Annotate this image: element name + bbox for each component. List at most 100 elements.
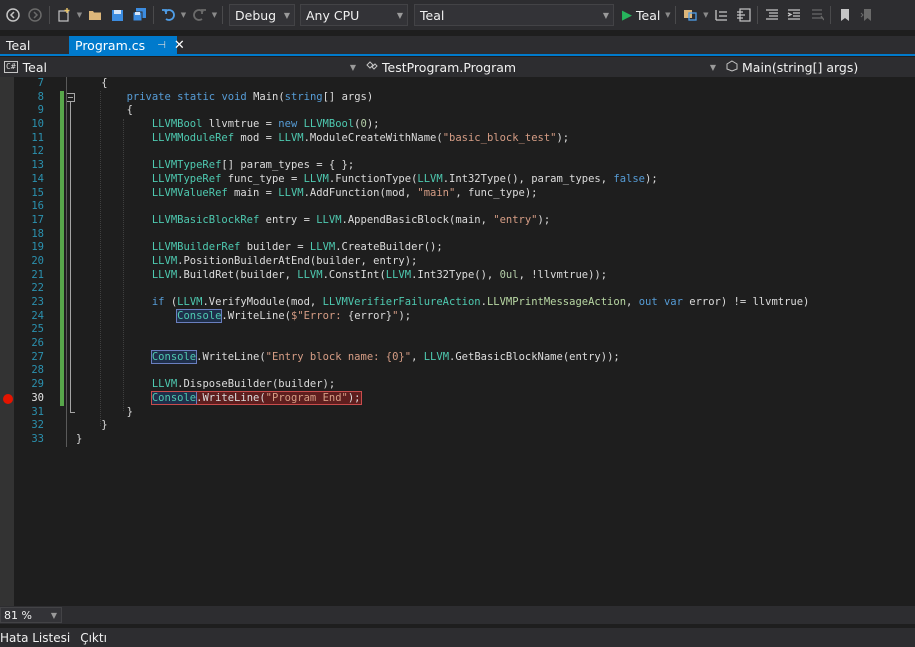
change-tracking-bar [60, 90, 64, 406]
line-number: 20 [31, 254, 44, 267]
tab-output[interactable]: Çıktı [80, 631, 107, 645]
type-dropdown[interactable]: TestProgram.Program ▼ [366, 57, 720, 77]
code-line: LLVM.DisposeBuilder(builder); [151, 378, 336, 391]
start-dropdown-icon[interactable]: ▼ [663, 4, 672, 26]
line-number: 8 [37, 90, 44, 103]
tool-window-tabs: Hata Listesi Çıktı [0, 628, 915, 647]
chevron-down-icon: ▼ [283, 10, 290, 20]
save-all-icon[interactable] [128, 4, 150, 26]
redo-icon[interactable] [188, 4, 210, 26]
code-line: Console.WriteLine($"Error: {error}"); [176, 308, 412, 323]
tab-teal[interactable]: Teal [0, 36, 66, 55]
line-number: 15 [31, 186, 44, 199]
redo-dropdown-icon[interactable]: ▼ [210, 4, 219, 26]
comment-out-icon[interactable] [805, 4, 827, 26]
undo-icon[interactable] [157, 4, 179, 26]
line-number: 16 [31, 200, 44, 213]
main-toolbar: ▼ ▼ ▼ Debug ▼ Any CPU ▼ Teal ▼ ▶ Teal ▼ … [0, 0, 915, 30]
line-number: 24 [31, 309, 44, 322]
line-number: 23 [31, 296, 44, 308]
previous-bookmark-icon[interactable] [856, 4, 878, 26]
code-editor[interactable]: 7 8 9 10 11 12 13 14 15 16 17 18 19 20 21 22 23 24 25 26 27 2… [0, 77, 915, 606]
line-number: 32 [31, 419, 44, 432]
toolbar-separator [830, 6, 832, 24]
platform-value: Any CPU [306, 7, 360, 23]
toolbar-separator [49, 6, 50, 24]
startup-project-select[interactable]: Teal ▼ [414, 4, 614, 26]
member-dropdown[interactable]: Main(string[] args) [726, 57, 915, 77]
navigate-forward-icon[interactable] [24, 4, 46, 26]
chevron-down-icon: ▼ [602, 10, 609, 20]
code-line: LLVMBool llvmtrue = new LLVMBool(0); [151, 118, 380, 131]
line-number: 18 [31, 227, 44, 240]
undo-dropdown-icon[interactable]: ▼ [179, 4, 188, 26]
pin-icon[interactable]: ⊣ [157, 40, 166, 51]
class-icon [366, 60, 378, 75]
bookmark-icon[interactable] [834, 4, 856, 26]
breakpoint-highlight: Console.WriteLine("Program End"); [150, 390, 362, 405]
line-number-gutter: 7 8 9 10 11 12 13 14 15 16 17 18 19 20 21 22 23 24 25 26 27 2… [14, 77, 46, 447]
solution-configuration-select[interactable]: Debug ▼ [229, 4, 295, 26]
code-line: LLVMBasicBlockRef entry = LLVM.AppendBas… [151, 213, 551, 226]
line-number: 33 [31, 432, 44, 445]
line-number: 7 [37, 77, 44, 89]
configuration-value: Debug [235, 7, 277, 23]
open-folder-icon[interactable] [84, 4, 106, 26]
chevron-down-icon: ▼ [709, 62, 716, 72]
browser-link-icon[interactable] [679, 4, 701, 26]
start-debugging-button[interactable]: ▶ Teal ▼ [614, 4, 672, 26]
code-line: LLVMModuleRef mod = LLVM.ModuleCreateWit… [151, 131, 570, 144]
line-number: 17 [31, 213, 44, 226]
line-number: 9 [37, 104, 44, 117]
code-line: } [101, 419, 108, 432]
browser-link-dropdown-icon[interactable]: ▼ [701, 4, 710, 26]
code-lines: { private static void Main(string[] args… [76, 77, 915, 447]
tab-teal-label: Teal [6, 38, 31, 53]
code-line: { [101, 77, 108, 89]
indicator-margin[interactable] [0, 77, 14, 606]
project-dropdown[interactable]: C# Teal ▼ [4, 57, 360, 77]
toolbar-separator [675, 6, 677, 24]
collapse-icon[interactable] [66, 93, 75, 102]
step-over-icon[interactable] [732, 4, 754, 26]
zoom-select[interactable]: 81 % ▼ [0, 607, 62, 623]
code-line: LLVMValueRef main = LLVM.AddFunction(mod… [151, 186, 538, 199]
chevron-down-icon: ▼ [50, 610, 57, 620]
line-number: 21 [31, 268, 44, 281]
code-line: LLVM.PositionBuilderAtEnd(builder, entry… [151, 254, 418, 267]
line-number: 26 [31, 337, 44, 350]
solution-platform-select[interactable]: Any CPU ▼ [300, 4, 408, 26]
line-number: 14 [31, 172, 44, 185]
project-dropdown-value: Teal [22, 59, 47, 75]
save-icon[interactable] [106, 4, 128, 26]
new-project-dropdown-icon[interactable]: ▼ [75, 4, 84, 26]
code-line: } [126, 405, 133, 418]
type-dropdown-value: TestProgram.Program [382, 59, 517, 75]
step-into-icon[interactable] [710, 4, 732, 26]
code-line: { [126, 104, 133, 117]
navigate-back-icon[interactable] [2, 4, 24, 26]
tab-program-cs[interactable]: Program.cs ⊣ ✕ [69, 36, 185, 55]
navigation-bar: C# Teal ▼ TestProgram.Program ▼ Main(str… [0, 57, 915, 77]
code-line: LLVMTypeRef[] param_types = { }; [151, 159, 355, 172]
code-line: LLVMTypeRef func_type = LLVM.FunctionTyp… [151, 172, 658, 185]
code-line: LLVM.BuildRet(builder, LLVM.ConstInt(LLV… [151, 268, 608, 281]
code-line: private static void Main(string[] args) [126, 90, 374, 103]
line-number: 11 [31, 131, 44, 144]
csharp-project-icon: C# [4, 61, 18, 73]
indent-icon[interactable] [783, 4, 805, 26]
close-icon[interactable]: ✕ [174, 38, 185, 53]
tab-error-list[interactable]: Hata Listesi [0, 631, 70, 645]
format-document-icon[interactable] [761, 4, 783, 26]
line-number: 10 [31, 118, 44, 131]
toolbar-separator [153, 6, 154, 24]
toolbar-separator [757, 6, 759, 24]
code-line: } [76, 432, 83, 445]
new-project-icon[interactable] [53, 4, 75, 26]
outlining-line-end [70, 412, 75, 413]
